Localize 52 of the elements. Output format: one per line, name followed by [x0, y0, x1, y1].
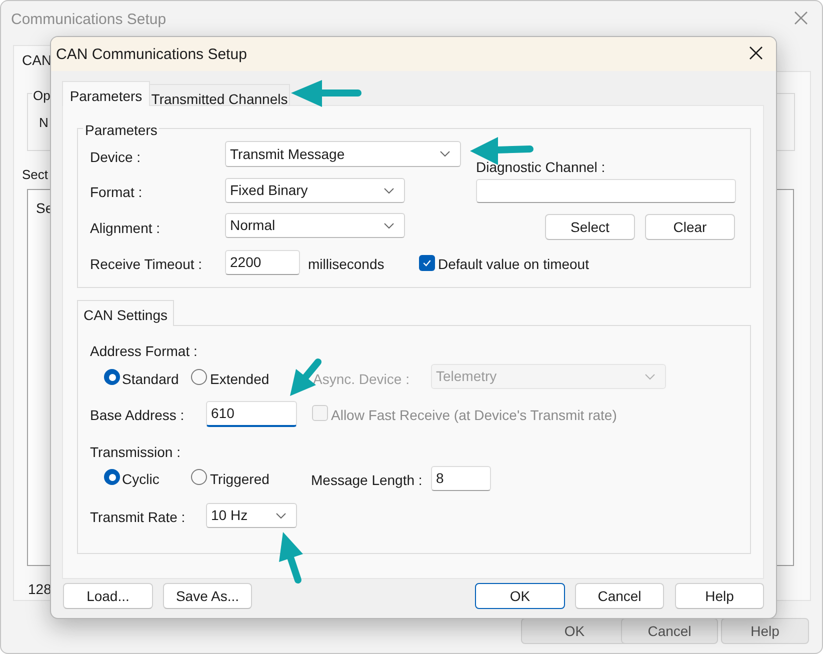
radio-label: Standard — [122, 370, 179, 389]
status-text: 128 — [28, 580, 52, 599]
checkbox-label: Default value on timeout — [438, 255, 589, 274]
dialog-button[interactable]: Help — [675, 583, 764, 609]
chevron-icon — [384, 222, 394, 228]
tab[interactable]: CAN Settings — [77, 300, 174, 326]
dialog-button[interactable]: Cancel — [575, 583, 664, 609]
dialog-button[interactable]: Help — [721, 618, 809, 644]
dialog-button[interactable]: Clear — [645, 214, 735, 240]
input-field[interactable] — [476, 179, 736, 203]
chevron-icon — [645, 374, 655, 380]
input-field[interactable]: 8 — [431, 466, 491, 491]
dialog-button[interactable]: Cancel — [621, 618, 718, 644]
checkbox[interactable] — [419, 255, 435, 271]
radio-label: Extended — [210, 370, 270, 389]
chevron-icon — [440, 151, 450, 157]
field-label: Diagnostic Channel : — [476, 158, 606, 177]
field-label: Receive Timeout : — [90, 255, 202, 274]
tab[interactable]: Transmitted Channels — [149, 84, 290, 106]
chevron-icon — [384, 188, 394, 194]
checkbox-label: Allow Fast Receive (at Device's Transmit rate) — [331, 406, 617, 425]
field-label: Format : — [90, 183, 142, 202]
input-field[interactable]: 2200 — [225, 250, 300, 275]
tab[interactable]: Parameters — [62, 81, 150, 106]
callout-arrow — [279, 532, 303, 584]
dialog-button[interactable]: Save As... — [163, 583, 252, 609]
field-label: Message Length : — [311, 471, 422, 490]
dialog-button[interactable]: Load... — [63, 583, 153, 609]
dialog-button[interactable]: Select — [545, 214, 635, 240]
field-label: Async. Device : — [313, 370, 410, 389]
field-label: Transmit Rate : — [90, 508, 186, 527]
callout-arrow — [291, 80, 362, 107]
dropdown[interactable]: Normal — [225, 213, 405, 238]
dropdown[interactable]: 10 Hz — [206, 503, 297, 528]
field-label: Base Address : — [90, 406, 184, 425]
unit-label: milliseconds — [308, 255, 384, 274]
dropdown[interactable]: Transmit Message — [225, 141, 461, 167]
window-title: Communications Setup — [11, 10, 166, 30]
radio-label: Cyclic — [122, 470, 160, 489]
dropdown[interactable]: Fixed Binary — [225, 178, 405, 203]
field-label: Transmission : — [90, 443, 181, 462]
field-label: Address Format : — [90, 342, 198, 361]
section-label: Sect — [22, 166, 48, 184]
radio-label: Triggered — [210, 470, 270, 489]
field-label: Device : — [90, 148, 141, 167]
field-label: N — [39, 114, 48, 132]
close-icon[interactable] — [749, 46, 763, 60]
chevron-icon — [276, 512, 286, 518]
dialog-button[interactable]: OK — [475, 583, 565, 609]
field-label: Alignment : — [90, 219, 160, 238]
check-icon — [422, 258, 432, 268]
input-field[interactable]: 610 — [206, 401, 297, 427]
